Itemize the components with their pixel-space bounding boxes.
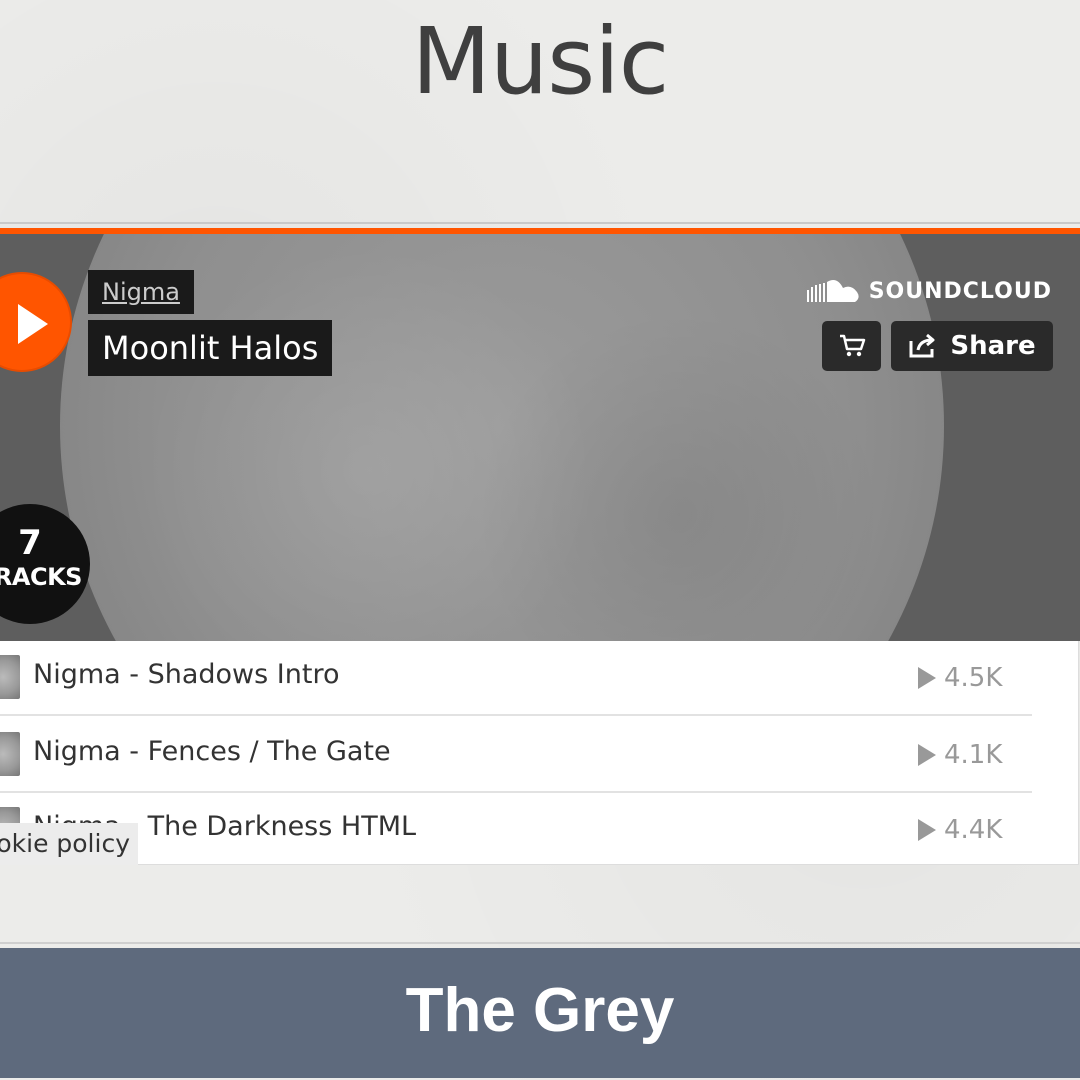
play-count-icon	[918, 667, 936, 689]
track-count: 7	[18, 523, 42, 563]
buy-button[interactable]	[822, 321, 881, 371]
track-thumbnail	[0, 732, 20, 776]
divider	[0, 942, 1080, 944]
play-count: 4.1K	[918, 740, 1002, 770]
track-title[interactable]: Nigma - Shadows Intro	[33, 659, 339, 690]
cart-icon	[839, 334, 865, 357]
share-button[interactable]: Share	[891, 321, 1053, 371]
play-button[interactable]	[0, 272, 72, 372]
play-count: 4.4K	[918, 815, 1002, 845]
share-label: Share	[950, 331, 1036, 361]
artist-link[interactable]: Nigma	[88, 270, 194, 314]
share-icon	[909, 333, 935, 358]
play-icon	[18, 304, 48, 344]
soundcloud-logo-icon	[806, 280, 859, 302]
track-row[interactable]: Nigma - Shadows Intro 4.5K	[0, 641, 1032, 716]
track-row[interactable]: Nigma - The Darkness HTML 4.4K	[0, 793, 1032, 864]
track-row[interactable]: Nigma - Fences / The Gate 4.1K	[0, 718, 1032, 793]
play-count-value: 4.1K	[944, 740, 1003, 770]
play-count-value: 4.5K	[944, 663, 1003, 693]
play-count-icon	[918, 819, 936, 841]
play-count-icon	[918, 744, 936, 766]
cookie-policy-label[interactable]: okie policy	[0, 823, 130, 865]
soundcloud-player: Nigma Moonlit Halos SOUNDCLOUD Share 7 R…	[0, 228, 1080, 865]
page-title: Music	[411, 8, 670, 115]
section-title: The Grey	[405, 976, 675, 1045]
soundcloud-brand: SOUNDCLOUD	[868, 278, 1052, 304]
row-divider	[0, 714, 1032, 716]
playlist-title[interactable]: Moonlit Halos	[88, 320, 333, 376]
divider	[0, 222, 1080, 224]
track-title[interactable]: Nigma - Fences / The Gate	[33, 736, 391, 767]
soundcloud-logo[interactable]: SOUNDCLOUD	[806, 278, 1052, 304]
playlist-artwork: Nigma Moonlit Halos SOUNDCLOUD Share 7 R…	[0, 234, 1080, 641]
play-count: 4.5K	[918, 663, 1002, 693]
track-thumbnail	[0, 655, 20, 699]
cookie-policy-link[interactable]: okie policy	[0, 823, 138, 865]
track-list: Nigma - Shadows Intro 4.5K Nigma - Fence…	[0, 641, 1080, 864]
play-count-value: 4.4K	[944, 815, 1003, 845]
track-count-label: TRACKS	[0, 563, 82, 591]
